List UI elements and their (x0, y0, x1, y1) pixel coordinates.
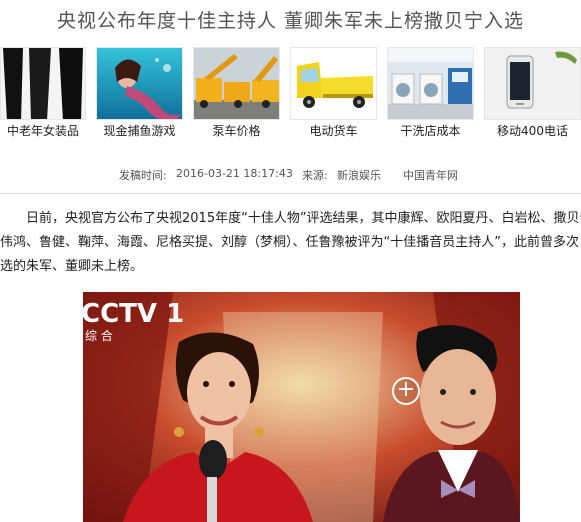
electric-truck-photo-icon (290, 47, 377, 120)
ad-item-fishing-game[interactable]: 现金捕鱼游戏 (96, 47, 183, 144)
channel-sub-text: 综 合 (85, 328, 113, 343)
ad-item-clothing[interactable]: 中老年女装品 (0, 47, 86, 144)
ad-item-laundry[interactable]: 干洗店成本 (387, 47, 474, 144)
article-meta: 发稿时间: 2016-03-21 18:17:43 来源: 新浪娱乐 中国青年网 (0, 167, 581, 185)
date-label: 发稿时间: (119, 169, 167, 182)
ad-label: 干洗店成本 (400, 124, 461, 138)
body-line: 伟鸿、鲁健、鞠萍、海霞、尼格买提、刘醇（梦桐）、任鲁豫被评为“十佳播音员主持人”… (0, 235, 579, 250)
ad-label: 中老年女装品 (6, 124, 79, 138)
ad-label: 现金捕鱼游戏 (103, 124, 176, 138)
ad-item-electric-truck[interactable]: 电动货车 (290, 47, 377, 144)
source-label: 来源: (302, 169, 328, 182)
mermaid-photo-icon (96, 47, 183, 120)
article-title: 央视公布年度十佳主持人 董卿朱军未上榜撒贝宁入选 (56, 10, 525, 32)
ad-strip: 中老年女装品 现金捕鱼游戏 泵车价格 电动货车 干洗店成本 移动400电话 (0, 47, 581, 144)
ad-item-phone-400[interactable]: 移动400电话 (484, 47, 581, 144)
ad-item-pump-truck[interactable]: 泵车价格 (193, 47, 280, 144)
pump-truck-photo-icon (193, 47, 280, 120)
pants-photo-icon (0, 47, 86, 120)
article-photo[interactable]: CCTV 1 综 合 (83, 292, 520, 522)
body-line: 选的朱军、董卿未上榜。 (0, 259, 144, 274)
meta-divider (0, 193, 581, 194)
phone-photo-icon (484, 47, 581, 120)
zoom-icon[interactable]: + (392, 377, 420, 405)
channel-logo-text: CCTV 1 (83, 299, 184, 329)
date-value: 2016-03-21 18:17:43 (176, 167, 293, 180)
source-org[interactable]: 中国青年网 (403, 167, 458, 183)
laundry-photo-icon (387, 47, 474, 120)
source-value[interactable]: 新浪娱乐 (337, 167, 381, 183)
ad-label: 移动400电话 (497, 124, 568, 138)
ad-label: 泵车价格 (212, 124, 261, 138)
body-line: 日前，央视官方公布了央视2015年度“十佳人物”评选结果，其中康辉、欧阳夏丹、白… (26, 211, 581, 226)
ad-label: 电动货车 (309, 124, 358, 138)
